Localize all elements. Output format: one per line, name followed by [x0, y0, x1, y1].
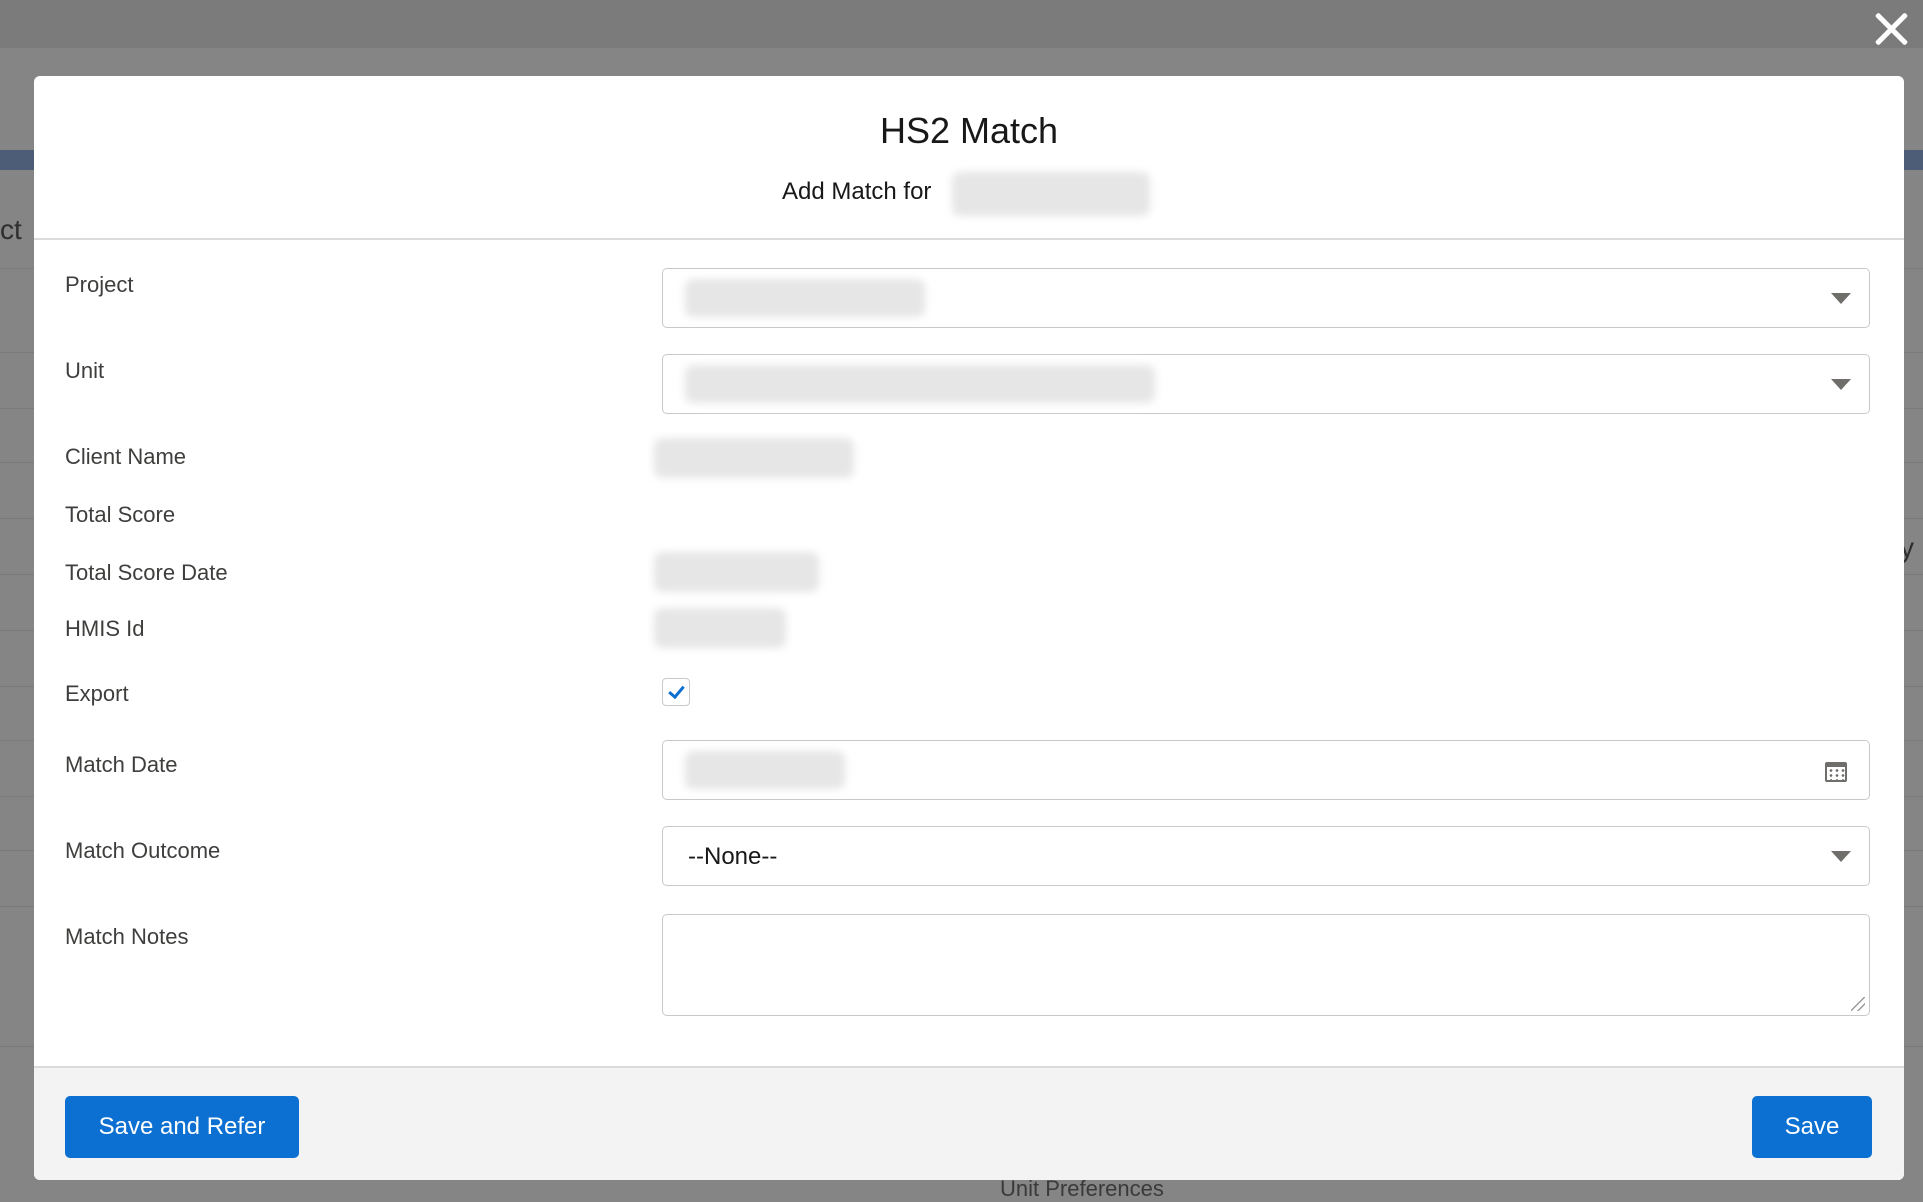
- calendar-icon[interactable]: [1825, 762, 1847, 782]
- match-outcome-select[interactable]: --None--: [662, 826, 1870, 886]
- redacted-client-name-value: [654, 438, 854, 478]
- match-date-input[interactable]: [662, 740, 1870, 800]
- project-label: Project: [65, 272, 134, 297]
- background-header-band: [0, 0, 1923, 48]
- modal-header: HS2 Match Add Match for: [34, 76, 1904, 240]
- match-notes-textarea[interactable]: [662, 914, 1870, 1016]
- export-label: Export: [65, 681, 129, 706]
- redacted-match-date-value: [685, 751, 845, 789]
- client-name-label: Client Name: [65, 444, 187, 469]
- redacted-client-name: [952, 172, 1150, 216]
- match-outcome-label: Match Outcome: [65, 838, 221, 863]
- modal-title: HS2 Match: [879, 110, 1059, 151]
- modal-footer: Save and Refer Save: [34, 1066, 1904, 1180]
- background-nav-bar-right: [1904, 150, 1923, 170]
- total-score-label: Total Score: [65, 502, 176, 527]
- redacted-hmis-id-value: [654, 608, 786, 648]
- hs2-match-modal: HS2 Match Add Match for Project Unit Cli…: [34, 76, 1904, 1180]
- hmis-id-label: HMIS Id: [65, 616, 145, 641]
- background-nav-bar-left: [0, 150, 34, 170]
- unit-label: Unit: [65, 358, 105, 383]
- match-outcome-value: --None--: [688, 843, 778, 870]
- chevron-down-icon: [1831, 293, 1851, 304]
- export-checkbox[interactable]: [662, 678, 690, 706]
- redacted-project-value: [685, 279, 925, 317]
- save-button[interactable]: Save: [1752, 1096, 1872, 1158]
- chevron-down-icon: [1831, 379, 1851, 390]
- modal-subtitle: Add Match for: [782, 178, 932, 205]
- chevron-down-icon: [1831, 851, 1851, 862]
- redacted-total-score-date-value: [654, 552, 819, 592]
- save-and-refer-button[interactable]: Save and Refer: [65, 1096, 299, 1158]
- match-date-label: Match Date: [65, 752, 178, 777]
- close-icon[interactable]: [1868, 6, 1914, 52]
- unit-select[interactable]: [662, 354, 1870, 414]
- background-partial-text: ct: [0, 214, 22, 245]
- redacted-unit-value: [685, 365, 1155, 403]
- match-notes-label: Match Notes: [65, 924, 189, 949]
- project-select[interactable]: [662, 268, 1870, 328]
- total-score-date-label: Total Score Date: [65, 560, 228, 585]
- resize-grip-icon[interactable]: [1851, 997, 1865, 1011]
